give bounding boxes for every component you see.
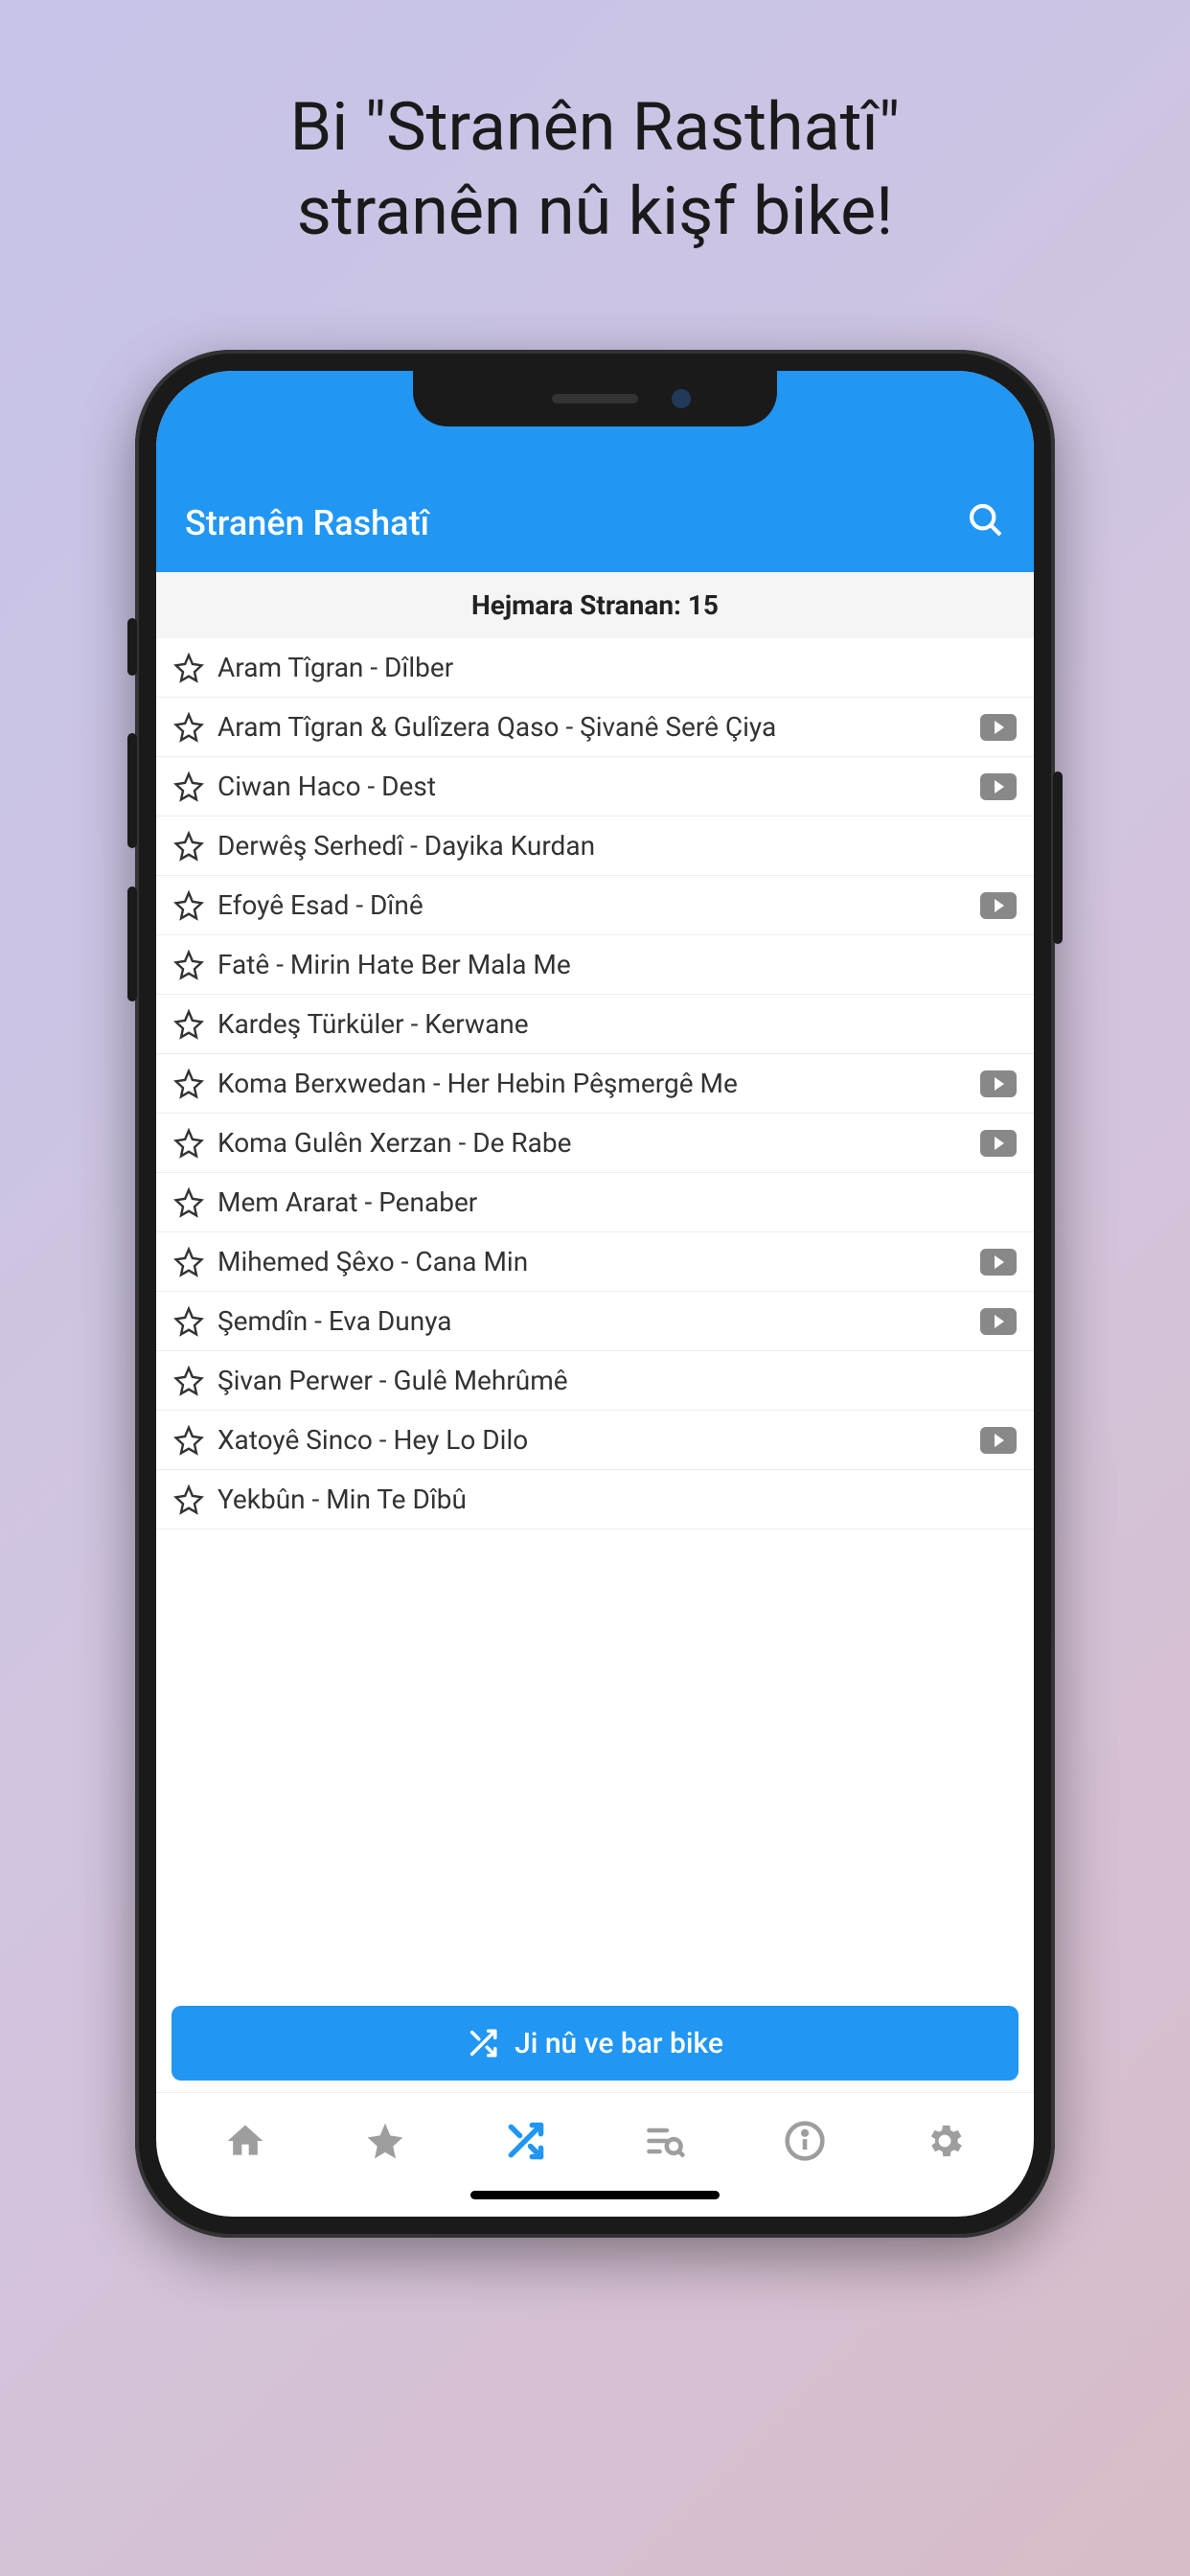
song-title: Şemdîn - Eva Dunya <box>217 1305 967 1337</box>
page-title: Stranên Rashatî <box>185 503 429 543</box>
star-outline-icon[interactable] <box>173 1009 204 1040</box>
star-outline-icon[interactable] <box>173 1425 204 1456</box>
reload-button-label: Ji nû ve bar bike <box>515 2027 723 2060</box>
song-row[interactable]: Mihemed Şêxo - Cana Min <box>156 1232 1034 1292</box>
info-icon <box>784 2120 826 2162</box>
star-outline-icon[interactable] <box>173 653 204 683</box>
video-badge-icon[interactable] <box>980 773 1017 800</box>
song-row[interactable]: Koma Berxwedan - Her Hebin Pêşmergê Me <box>156 1054 1034 1114</box>
star-outline-icon[interactable] <box>173 1484 204 1515</box>
song-title: Ciwan Haco - Dest <box>217 770 967 802</box>
video-badge-icon[interactable] <box>980 1308 1017 1335</box>
nav-settings[interactable] <box>906 2112 983 2170</box>
video-badge-icon[interactable] <box>980 714 1017 741</box>
nav-search-list[interactable] <box>627 2112 703 2170</box>
promo-line-1: Bi "Stranên Rasthatî" <box>290 88 901 167</box>
star-outline-icon[interactable] <box>173 1128 204 1159</box>
song-title: Koma Gulên Xerzan - De Rabe <box>217 1127 967 1159</box>
video-badge-icon[interactable] <box>980 1070 1017 1097</box>
phone-side-button <box>1053 771 1063 944</box>
song-title: Xatoyê Sinco - Hey Lo Dilo <box>217 1424 967 1456</box>
star-outline-icon[interactable] <box>173 950 204 980</box>
reload-button[interactable]: Ji nû ve bar bike <box>172 2006 1018 2081</box>
song-row[interactable]: Derwêş Serhedî - Dayika Kurdan <box>156 816 1034 876</box>
song-title: Mihemed Şêxo - Cana Min <box>217 1246 967 1277</box>
song-title: Efoyê Esad - Dînê <box>217 889 967 921</box>
song-title: Şivan Perwer - Gulê Mehrûmê <box>217 1365 1017 1396</box>
star-outline-icon[interactable] <box>173 712 204 743</box>
phone-frame: Stranên Rashatî Hejmara Stranan: 15 Aram… <box>135 350 1055 2238</box>
song-row[interactable]: Ciwan Haco - Dest <box>156 757 1034 816</box>
song-row[interactable]: Fatê - Mirin Hate Ber Mala Me <box>156 935 1034 995</box>
song-count: Hejmara Stranan: 15 <box>156 572 1034 638</box>
gear-icon <box>924 2120 966 2162</box>
song-title: Yekbûn - Min Te Dîbû <box>217 1484 1017 1515</box>
song-row[interactable]: Şivan Perwer - Gulê Mehrûmê <box>156 1351 1034 1411</box>
star-outline-icon[interactable] <box>173 1187 204 1218</box>
notch-speaker <box>552 394 638 403</box>
star-outline-icon[interactable] <box>173 771 204 802</box>
song-row[interactable]: Kardeş Türküler - Kerwane <box>156 995 1034 1054</box>
search-button[interactable] <box>967 501 1005 543</box>
video-badge-icon[interactable] <box>980 892 1017 919</box>
phone-side-button <box>127 886 137 1001</box>
song-title: Derwêş Serhedî - Dayika Kurdan <box>217 830 1017 862</box>
notch-camera <box>672 389 691 408</box>
phone-side-button <box>127 618 137 676</box>
phone-side-button <box>127 733 137 848</box>
song-title: Aram Tîgran & Gulîzera Qaso - Şivanê Ser… <box>217 711 967 743</box>
song-title: Kardeş Türküler - Kerwane <box>217 1008 1017 1040</box>
shuffle-icon <box>504 2120 546 2162</box>
song-row[interactable]: Xatoyê Sinco - Hey Lo Dilo <box>156 1411 1034 1470</box>
shuffle-icon <box>467 2027 499 2059</box>
song-row[interactable]: Yekbûn - Min Te Dîbû <box>156 1470 1034 1530</box>
song-row[interactable]: Koma Gulên Xerzan - De Rabe <box>156 1114 1034 1173</box>
home-indicator[interactable] <box>470 2191 720 2199</box>
song-row[interactable]: Aram Tîgran & Gulîzera Qaso - Şivanê Ser… <box>156 698 1034 757</box>
song-row[interactable]: Aram Tîgran - Dîlber <box>156 638 1034 698</box>
song-title: Aram Tîgran - Dîlber <box>217 652 1017 683</box>
promo-title: Bi "Stranên Rasthatî" stranên nû kişf bi… <box>290 86 901 254</box>
song-list[interactable]: Aram Tîgran - Dîlber Aram Tîgran & Gulîze… <box>156 638 1034 1994</box>
star-outline-icon[interactable] <box>173 1306 204 1337</box>
nav-info[interactable] <box>767 2112 843 2170</box>
promo-line-2: stranên nû kişf bike! <box>297 172 893 251</box>
song-row[interactable]: Efoyê Esad - Dînê <box>156 876 1034 935</box>
star-icon <box>364 2120 406 2162</box>
search-list-icon <box>644 2120 686 2162</box>
phone-notch <box>413 371 777 426</box>
nav-favorites[interactable] <box>347 2112 423 2170</box>
star-outline-icon[interactable] <box>173 1366 204 1396</box>
song-title: Fatê - Mirin Hate Ber Mala Me <box>217 949 1017 980</box>
star-outline-icon[interactable] <box>173 1247 204 1277</box>
star-outline-icon[interactable] <box>173 831 204 862</box>
nav-home[interactable] <box>207 2112 284 2170</box>
video-badge-icon[interactable] <box>980 1249 1017 1276</box>
song-row[interactable]: Mem Ararat - Penaber <box>156 1173 1034 1232</box>
song-row[interactable]: Şemdîn - Eva Dunya <box>156 1292 1034 1351</box>
video-badge-icon[interactable] <box>980 1130 1017 1157</box>
nav-shuffle[interactable] <box>487 2112 563 2170</box>
search-icon <box>967 501 1005 540</box>
star-outline-icon[interactable] <box>173 1069 204 1099</box>
song-title: Mem Ararat - Penaber <box>217 1186 1017 1218</box>
home-icon <box>224 2120 266 2162</box>
song-title: Koma Berxwedan - Her Hebin Pêşmergê Me <box>217 1068 967 1099</box>
video-badge-icon[interactable] <box>980 1427 1017 1454</box>
star-outline-icon[interactable] <box>173 890 204 921</box>
phone-screen: Stranên Rashatî Hejmara Stranan: 15 Aram… <box>156 371 1034 2217</box>
